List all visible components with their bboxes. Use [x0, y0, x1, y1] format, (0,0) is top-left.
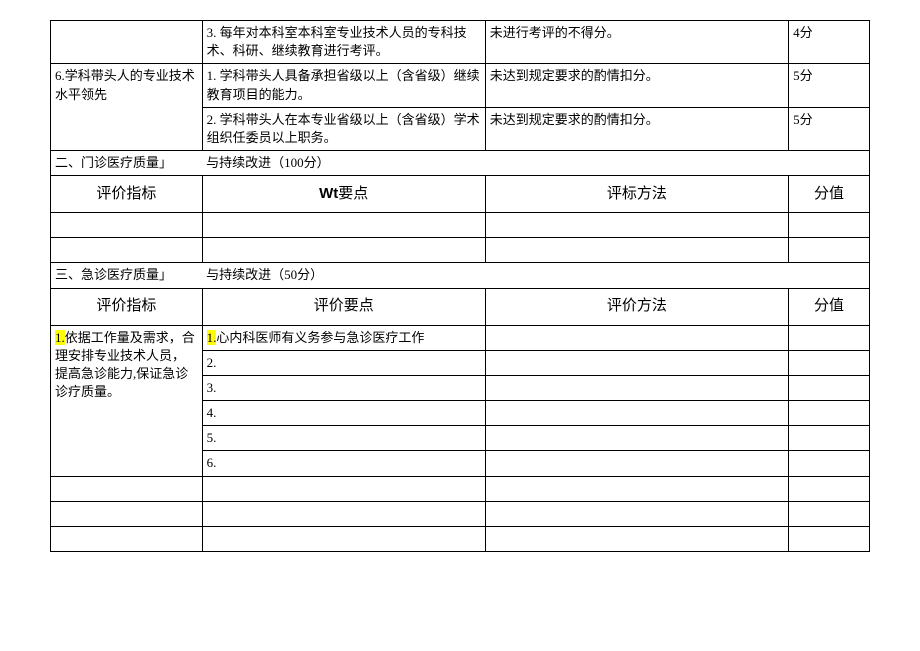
highlight: 1. — [55, 330, 65, 345]
table-row — [51, 476, 870, 501]
section2-header: 评价指标 Wt要点 评标方法 分值 — [51, 176, 870, 213]
table-row — [51, 501, 870, 526]
highlight: 1. — [207, 330, 217, 345]
cell-score — [789, 325, 870, 350]
header-points: 评价要点 — [202, 288, 485, 325]
table-row — [51, 213, 870, 238]
cell-score: 5分 — [789, 64, 870, 107]
section2-table: 二、门诊医疗质量」 与持续改进（100分） 评价指标 Wt要点 评标方法 分值 — [50, 150, 870, 263]
cell-points: 3. 每年对本科室本科室专业技术人员的专科技术、科研、继续教育进行考评。 — [202, 21, 485, 64]
indicator-text: 依据工作量及需求，合 — [65, 330, 195, 345]
cell-score: 5分 — [789, 107, 870, 150]
section3-title-left: 三、急诊医疗质量」 — [51, 263, 203, 288]
top-table: 3. 每年对本科室本科室专业技术人员的专科技术、科研、继续教育进行考评。 未进行… — [50, 20, 870, 151]
header-indicator: 评价指标 — [51, 288, 203, 325]
cell-points: 2. — [202, 350, 485, 375]
table-row: 1.依据工作量及需求，合理安排专业技术人员，提高急诊能力,保证急诊诊疗质量。 1… — [51, 325, 870, 350]
cell-indicator: 6.学科带头人的专业技术水平领先 — [51, 64, 203, 151]
cell-indicator: 1.依据工作量及需求，合理安排专业技术人员，提高急诊能力,保证急诊诊疗质量。 — [51, 325, 203, 476]
table-row: 6.学科带头人的专业技术水平领先 1. 学科带头人具备承担省级以上（含省级）继续… — [51, 64, 870, 107]
cell-indicator — [51, 21, 203, 64]
cell-score: 4分 — [789, 21, 870, 64]
header-points: Wt要点 — [202, 176, 485, 213]
cell-points: 6. — [202, 451, 485, 476]
section3-title-right: 与持续改进（50分） — [202, 263, 869, 288]
section3-table: 三、急诊医疗质量」 与持续改进（50分） 评价指标 评价要点 评价方法 分值 1… — [50, 262, 870, 551]
header-score: 分值 — [789, 176, 870, 213]
table-row — [51, 526, 870, 551]
cell-method: 未达到规定要求的酌情扣分。 — [485, 64, 788, 107]
section2-title-row: 二、门诊医疗质量」 与持续改进（100分） — [51, 151, 870, 176]
points-text: 心内科医师有义务参与急诊医疗工作 — [216, 330, 424, 345]
header-score: 分值 — [789, 288, 870, 325]
cell-method: 未达到规定要求的酌情扣分。 — [485, 107, 788, 150]
cell-points: 4. — [202, 401, 485, 426]
cell-points: 5. — [202, 426, 485, 451]
cell-method: 未进行考评的不得分。 — [485, 21, 788, 64]
section3-header: 评价指标 评价要点 评价方法 分值 — [51, 288, 870, 325]
table-row: 3. 每年对本科室本科室专业技术人员的专科技术、科研、继续教育进行考评。 未进行… — [51, 21, 870, 64]
cell-points: 1. 学科带头人具备承担省级以上（含省级）继续教育项目的能力。 — [202, 64, 485, 107]
header-method: 评价方法 — [485, 288, 788, 325]
cell-points: 2. 学科带头人在本专业省级以上（含省级）学术组织任委员以上职务。 — [202, 107, 485, 150]
wt-suffix: 要点 — [338, 186, 368, 202]
section3-title-row: 三、急诊医疗质量」 与持续改进（50分） — [51, 263, 870, 288]
header-method: 评标方法 — [485, 176, 788, 213]
table-row — [51, 238, 870, 263]
section2-title-right: 与持续改进（100分） — [202, 151, 869, 176]
cell-points: 1.心内科医师有义务参与急诊医疗工作 — [202, 325, 485, 350]
cell-method — [485, 325, 788, 350]
indicator-text: 理安排专业技术人员，提高急诊能力,保证急诊诊疗质量。 — [55, 348, 188, 399]
cell-points: 3. — [202, 375, 485, 400]
wt-label: Wt — [319, 185, 338, 202]
section2-title-left: 二、门诊医疗质量」 — [51, 151, 203, 176]
header-indicator: 评价指标 — [51, 176, 203, 213]
